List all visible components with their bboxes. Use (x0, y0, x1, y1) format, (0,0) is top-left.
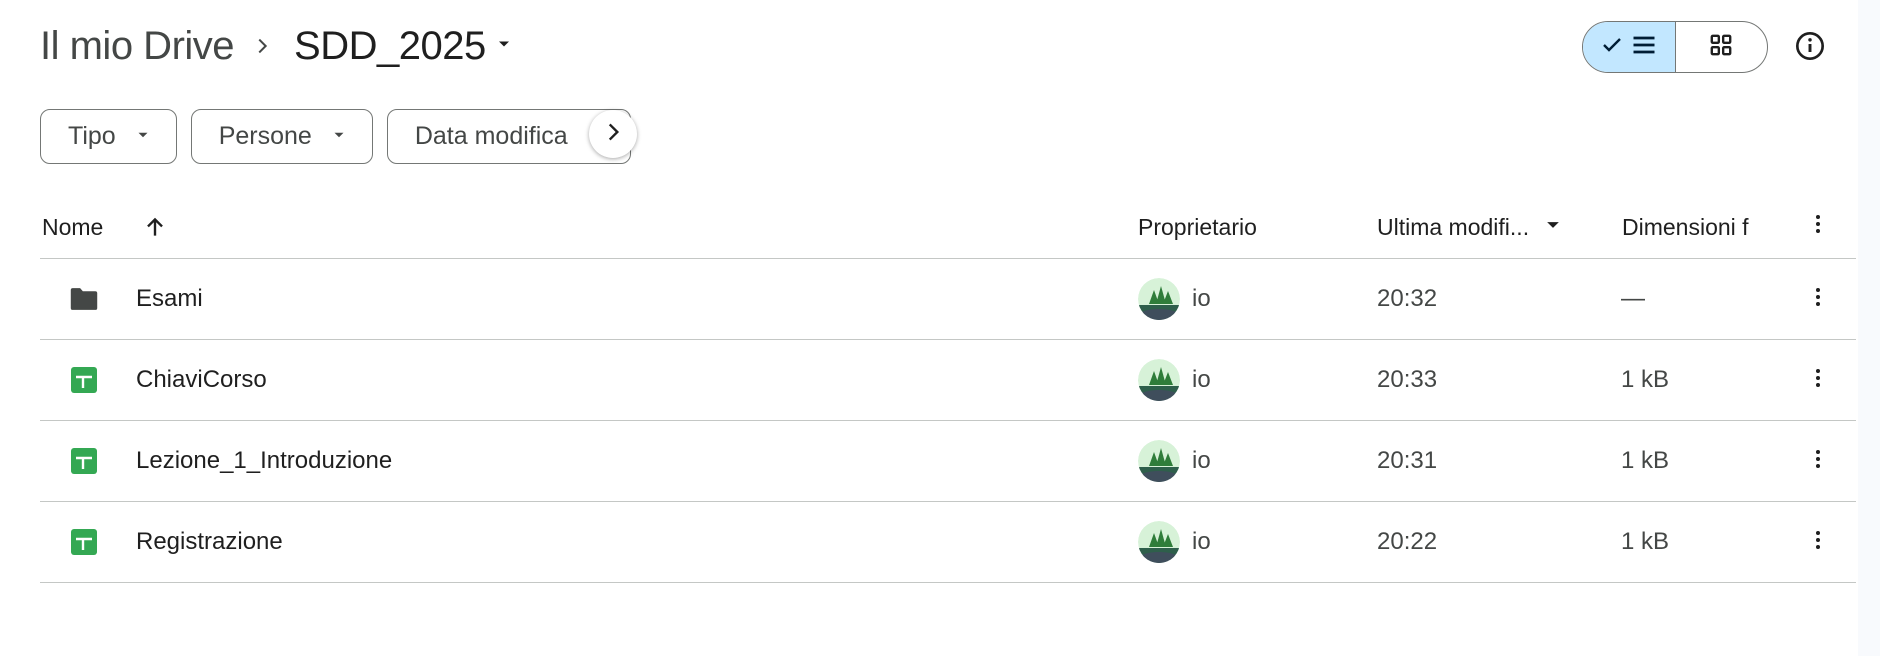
row-more-button[interactable] (1798, 421, 1838, 501)
filter-bar: Tipo Persone Data modifica (40, 109, 631, 164)
file-name: Lezione_1_Introduzione (136, 447, 393, 474)
owner-name: io (1192, 366, 1211, 393)
column-header-label: Ultima modifi... (1377, 213, 1530, 240)
list-view-icon (1630, 31, 1658, 64)
info-icon (1794, 30, 1826, 67)
more-vert-icon (1806, 447, 1830, 476)
filter-chip-people[interactable]: Persone (190, 109, 373, 164)
avatar (1138, 521, 1180, 563)
file-size: — (1621, 285, 1645, 312)
dropdown-arrow-icon (134, 122, 152, 151)
breadcrumb-current-folder[interactable]: SDD_2025 (290, 20, 524, 73)
file-size: 1 kB (1621, 528, 1670, 555)
more-vert-icon (1806, 366, 1830, 395)
column-header-name[interactable]: Nome (42, 196, 169, 258)
file-modified: 20:32 (1377, 285, 1438, 312)
spreadsheet-icon (70, 447, 98, 475)
dropdown-arrow-icon (1543, 214, 1563, 241)
column-header-label: Dimensioni f (1622, 213, 1749, 240)
avatar (1138, 278, 1180, 320)
file-table: Nome Proprietario Ultima modifi... Dimen… (40, 196, 1856, 583)
owner-name: io (1192, 528, 1211, 555)
spreadsheet-icon (70, 366, 98, 394)
spreadsheet-icon (70, 528, 98, 556)
file-name: Esami (136, 285, 203, 312)
column-header-label: Proprietario (1138, 213, 1257, 240)
grid-view-button[interactable] (1676, 22, 1768, 72)
file-owner: io (1138, 259, 1211, 339)
column-header-owner[interactable]: Proprietario (1138, 196, 1257, 258)
filter-chip-type[interactable]: Tipo (40, 109, 177, 164)
file-modified: 20:22 (1377, 528, 1438, 555)
column-header-modified[interactable]: Ultima modifi... (1377, 196, 1563, 258)
file-size: 1 kB (1621, 447, 1670, 474)
table-row[interactable]: Registrazione io 20:22 1 kB (40, 502, 1856, 583)
table-row[interactable]: ChiaviCorso io 20:33 1 kB (40, 340, 1856, 421)
more-vert-icon (1806, 212, 1830, 242)
column-header-label: Nome (42, 213, 104, 240)
chevron-right-icon (600, 119, 626, 150)
view-toggle (1582, 21, 1768, 73)
folder-icon (70, 285, 98, 313)
table-row[interactable]: Lezione_1_Introduzione io 20:31 1 kB (40, 421, 1856, 502)
column-header-size[interactable]: Dimensioni f (1622, 196, 1749, 258)
avatar (1138, 359, 1180, 401)
owner-name: io (1192, 285, 1211, 312)
table-row[interactable]: Esami io 20:32 — (40, 259, 1856, 340)
filter-chip-label: Data modifica (414, 122, 568, 150)
file-owner: io (1138, 421, 1211, 501)
table-header: Nome Proprietario Ultima modifi... Dimen… (40, 196, 1856, 259)
row-more-button[interactable] (1798, 502, 1838, 582)
arrow-up-icon[interactable] (141, 213, 169, 241)
info-button[interactable] (1790, 28, 1830, 68)
file-name: Registrazione (136, 528, 283, 555)
owner-name: io (1192, 447, 1211, 474)
breadcrumb-root[interactable]: Il mio Drive (40, 24, 235, 69)
column-options-button[interactable] (1798, 196, 1838, 258)
breadcrumb-current-label: SDD_2025 (294, 23, 486, 68)
file-name: ChiaviCorso (136, 366, 267, 393)
right-edge-strip (1858, 0, 1880, 656)
avatar (1138, 440, 1180, 482)
file-owner: io (1138, 502, 1211, 582)
row-more-button[interactable] (1798, 259, 1838, 339)
more-vert-icon (1806, 285, 1830, 314)
filters-scroll-right-button[interactable] (589, 110, 637, 158)
more-vert-icon (1806, 528, 1830, 557)
row-more-button[interactable] (1798, 340, 1838, 420)
filter-chip-label: Tipo (68, 122, 116, 150)
chevron-right-icon (234, 26, 290, 66)
check-icon (1600, 33, 1624, 62)
file-owner: io (1138, 340, 1211, 420)
file-modified: 20:33 (1377, 366, 1438, 393)
breadcrumb: Il mio Drive SDD_2025 (40, 18, 524, 74)
dropdown-arrow-icon (330, 122, 348, 151)
list-view-button[interactable] (1583, 22, 1676, 72)
dropdown-arrow-icon (494, 34, 514, 59)
file-modified: 20:31 (1377, 447, 1438, 474)
file-size: 1 kB (1621, 366, 1670, 393)
grid-view-icon (1708, 32, 1734, 63)
filter-chip-label: Persone (218, 122, 312, 150)
